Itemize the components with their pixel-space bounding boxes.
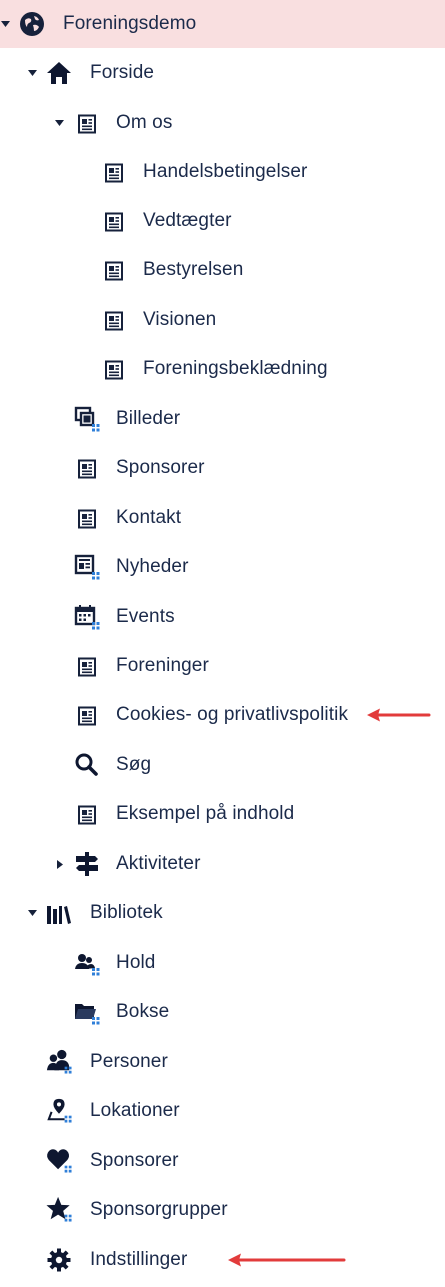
tree-item-sponsorer[interactable]: Sponsorer xyxy=(0,444,445,492)
caret-down-icon[interactable] xyxy=(27,908,37,918)
tree-item-handelsbetingelser[interactable]: Handelsbetingelser xyxy=(0,148,445,196)
tree-item-label: Forside xyxy=(90,62,155,83)
tree-item-label: Sponsorer xyxy=(116,457,205,478)
gallery-icon xyxy=(74,406,100,432)
caret-down-icon[interactable] xyxy=(27,68,37,78)
caret-down-icon[interactable] xyxy=(0,19,10,29)
tree-item-eksempel[interactable]: Eksempel på indhold xyxy=(0,790,445,838)
tree-item-label: Foreninger xyxy=(116,655,209,676)
library-icon xyxy=(46,902,72,928)
page-icon xyxy=(74,802,100,828)
tree-item-label: Sponsorer xyxy=(90,1150,179,1171)
page-icon xyxy=(74,456,100,482)
tree-item-label: Eksempel på indhold xyxy=(116,803,295,824)
tree-item-label: Lokationer xyxy=(90,1100,180,1121)
tree-item-label: Events xyxy=(116,606,175,627)
tree-item-forside[interactable]: Forside xyxy=(0,49,445,97)
tree-item-label: Nyheder xyxy=(116,556,189,577)
page-icon xyxy=(101,357,127,383)
folder-icon xyxy=(74,999,100,1025)
signpost-icon xyxy=(74,851,100,877)
tree-item-label: Bibliotek xyxy=(90,902,163,923)
home-icon xyxy=(46,60,72,86)
tree-item-label: Vedtægter xyxy=(143,210,232,231)
tree-item-om-os[interactable]: Om os xyxy=(0,99,445,147)
tree-item-label: Bestyrelsen xyxy=(143,259,244,280)
tree-item-label: Søg xyxy=(116,754,152,775)
tree-item-foreninger[interactable]: Foreninger xyxy=(0,642,445,690)
tree-item-soeg[interactable]: Søg xyxy=(0,741,445,789)
tree-item-kontakt[interactable]: Kontakt xyxy=(0,494,445,542)
page-icon xyxy=(74,654,100,680)
tree-item-label: Foreningsdemo xyxy=(63,13,197,34)
page-icon xyxy=(101,209,127,235)
tree-item-hold[interactable]: Hold xyxy=(0,939,445,987)
star-icon xyxy=(46,1196,72,1222)
globe-icon xyxy=(19,11,45,37)
page-icon xyxy=(74,506,100,532)
tree-item-sponsorer-top[interactable]: Sponsorer xyxy=(0,1137,445,1185)
annotation-arrow-icon xyxy=(228,1253,346,1267)
tree-item-label: Om os xyxy=(116,112,173,133)
tree-item-label: Foreningsbeklædning xyxy=(143,358,328,379)
tree-item-label: Bokse xyxy=(116,1001,170,1022)
location-icon xyxy=(46,1097,72,1123)
team-icon xyxy=(74,950,100,976)
tree-item-label: Personer xyxy=(90,1051,168,1072)
news-icon xyxy=(74,554,100,580)
tree-item-nyheder[interactable]: Nyheder xyxy=(0,543,445,591)
caret-right-icon[interactable] xyxy=(55,859,65,869)
tree-item-visionen[interactable]: Visionen xyxy=(0,296,445,344)
page-icon xyxy=(101,160,127,186)
tree-item-billeder[interactable]: Billeder xyxy=(0,395,445,443)
tree-item-label: Aktiviteter xyxy=(116,853,201,874)
tree-item-personer[interactable]: Personer xyxy=(0,1038,445,1086)
tree-item-label: Kontakt xyxy=(116,507,182,528)
annotation-arrow-icon xyxy=(367,708,431,722)
tree-item-foreningsdemo[interactable]: Foreningsdemo xyxy=(0,0,445,48)
tree-item-label: Hold xyxy=(116,952,156,973)
people-icon xyxy=(46,1048,72,1074)
tree-item-label: Cookies- og privatlivspolitik xyxy=(116,704,349,725)
tree-item-vedtaegter[interactable]: Vedtægter xyxy=(0,197,445,245)
search-icon xyxy=(74,752,100,778)
heart-icon xyxy=(46,1147,72,1173)
tree-item-aktiviteter[interactable]: Aktiviteter xyxy=(0,840,445,888)
tree-item-label: Sponsorgrupper xyxy=(90,1199,228,1220)
page-icon xyxy=(101,258,127,284)
tree-item-bibliotek[interactable]: Bibliotek xyxy=(0,889,445,937)
page-icon xyxy=(74,111,100,137)
tree-item-sponsorgrupper[interactable]: Sponsorgrupper xyxy=(0,1186,445,1234)
tree-item-bestyrelsen[interactable]: Bestyrelsen xyxy=(0,246,445,294)
caret-down-icon[interactable] xyxy=(54,118,64,128)
tree-item-label: Indstillinger xyxy=(90,1249,188,1270)
tree-item-foreningsbeklaedning[interactable]: Foreningsbeklædning xyxy=(0,345,445,393)
tree-item-bokse[interactable]: Bokse xyxy=(0,988,445,1036)
tree-item-label: Visionen xyxy=(143,309,217,330)
page-icon xyxy=(101,308,127,334)
calendar-icon xyxy=(74,604,100,630)
tree-item-label: Billeder xyxy=(116,408,181,429)
tree-item-label: Handelsbetingelser xyxy=(143,161,308,182)
tree-item-lokationer[interactable]: Lokationer xyxy=(0,1087,445,1135)
tree-item-indstillinger[interactable]: Indstillinger xyxy=(0,1236,445,1284)
page-icon xyxy=(74,703,100,729)
gear-icon xyxy=(46,1247,72,1273)
tree-item-events[interactable]: Events xyxy=(0,593,445,641)
